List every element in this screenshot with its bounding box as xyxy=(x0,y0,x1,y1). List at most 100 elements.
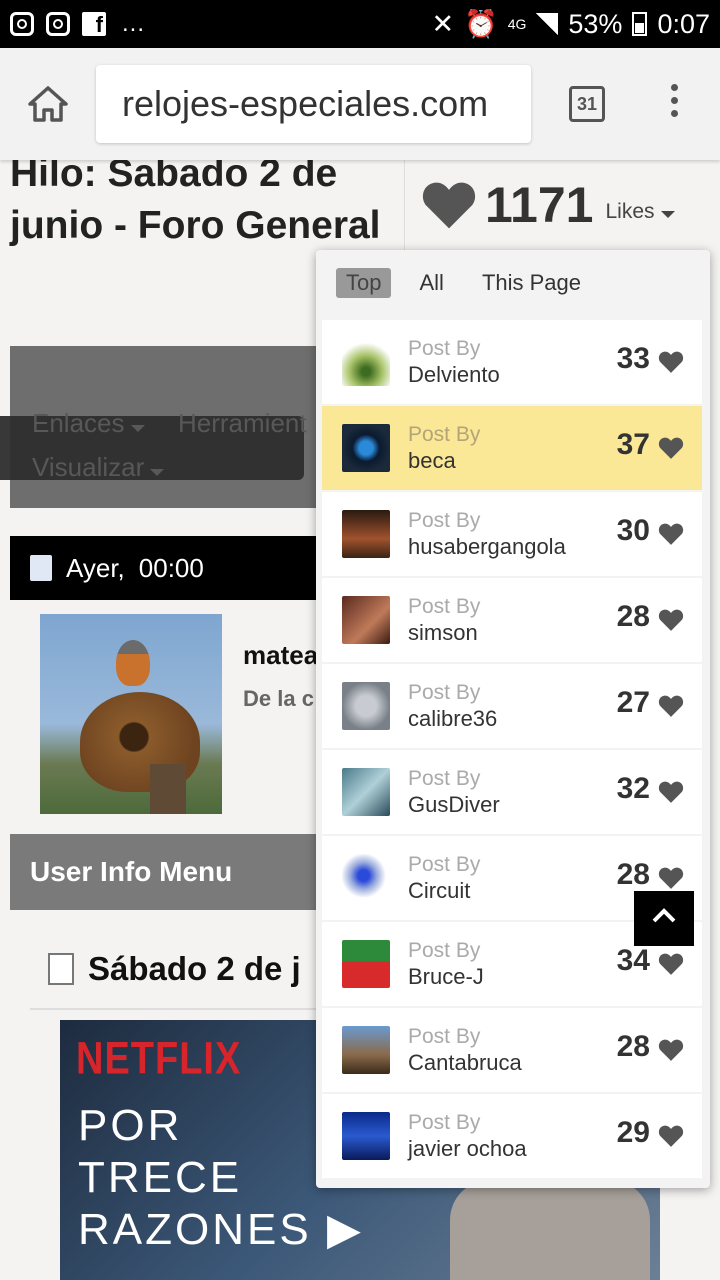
heart-icon xyxy=(658,351,684,373)
post-by-label: Post By xyxy=(408,681,481,704)
likes-list-item[interactable]: Post By calibre36 27 xyxy=(322,664,702,748)
menu-links[interactable]: Enlaces xyxy=(32,408,145,439)
home-icon[interactable] xyxy=(26,82,70,126)
poster-name[interactable]: husabergangola xyxy=(408,534,566,560)
menu-tools[interactable]: Herramient xyxy=(178,408,310,439)
poster-name[interactable]: simson xyxy=(408,620,480,646)
divider xyxy=(30,1008,330,1010)
like-count: 28 xyxy=(616,858,650,891)
avatar[interactable] xyxy=(40,614,222,814)
chevron-up-icon xyxy=(652,908,676,923)
poster-name[interactable]: Bruce-J xyxy=(408,964,484,990)
menu-view-label: Visualizar xyxy=(32,452,145,482)
likes-list-item[interactable]: Post By Delviento 33 xyxy=(322,320,702,404)
row-text: Post By Circuit xyxy=(408,852,480,904)
likes-tabs: Top All This Page xyxy=(336,268,591,298)
post-date: Ayer, xyxy=(66,552,125,583)
overflow-menu-icon[interactable] xyxy=(666,84,682,124)
signal-icon xyxy=(536,13,559,35)
like-count: 33 xyxy=(616,342,650,375)
row-text: Post By javier ochoa xyxy=(408,1110,527,1162)
poster-avatar[interactable] xyxy=(342,682,390,730)
tab-top[interactable]: Top xyxy=(336,268,392,298)
post-by-label: Post By xyxy=(408,767,481,790)
poster-avatar[interactable] xyxy=(342,1026,390,1074)
heart-icon xyxy=(658,695,684,717)
play-icon: ▶ xyxy=(326,1205,364,1254)
heart-icon xyxy=(658,953,684,975)
like-count: 37 xyxy=(616,428,650,461)
url-bar[interactable]: relojes-especiales.com xyxy=(96,65,531,143)
browser-toolbar: relojes-especiales.com 31 xyxy=(0,48,720,160)
poster-name[interactable]: Circuit xyxy=(408,878,480,904)
likes-list-item[interactable]: Post By simson 28 xyxy=(322,578,702,662)
bird-image xyxy=(116,640,150,686)
poster-name[interactable]: Cantabruca xyxy=(408,1050,522,1076)
like-count: 30 xyxy=(616,514,650,547)
likes-summary[interactable]: 1171 Likes xyxy=(404,160,720,250)
tab-switcher-button[interactable]: 31 xyxy=(569,86,605,122)
menu-links-label: Enlaces xyxy=(32,408,125,438)
poster-avatar[interactable] xyxy=(342,940,390,988)
heart-icon xyxy=(658,523,684,545)
poster-avatar[interactable] xyxy=(342,768,390,816)
like-count: 27 xyxy=(616,686,650,719)
instagram-icon xyxy=(10,12,34,36)
likes-list-item[interactable]: Post By GusDiver 32 xyxy=(322,750,702,834)
poster-name[interactable]: calibre36 xyxy=(408,706,497,732)
poster-name[interactable]: javier ochoa xyxy=(408,1136,527,1162)
tab-this-page[interactable]: This Page xyxy=(472,268,591,298)
page-title: Hilo: Sabado 2 de junio - Foro General xyxy=(10,152,381,247)
instagram-icon xyxy=(46,12,70,36)
chevron-down-icon xyxy=(130,425,145,432)
heart-icon xyxy=(658,781,684,803)
chevron-down-icon xyxy=(150,469,165,476)
likes-list: Post By Delviento 33 Post By beca 37 Post By hu… xyxy=(322,320,702,1180)
post-title-text: Sábado 2 de j xyxy=(88,950,301,987)
facebook-icon: f xyxy=(82,12,106,37)
likes-list-item[interactable]: Post By Cantabruca 28 xyxy=(322,1008,702,1092)
heart-icon xyxy=(658,437,684,459)
user-location: De la c xyxy=(243,686,314,711)
row-text: Post By simson xyxy=(408,594,480,646)
post-image xyxy=(150,764,186,814)
document-icon xyxy=(30,555,52,581)
poster-avatar[interactable] xyxy=(342,424,390,472)
like-count: 32 xyxy=(616,772,650,805)
poster-avatar[interactable] xyxy=(342,510,390,558)
post-by-label: Post By xyxy=(408,1025,481,1048)
tab-all[interactable]: All xyxy=(409,268,453,298)
scroll-to-top-button[interactable] xyxy=(634,891,694,946)
likes-list-item[interactable]: Post By husabergangola 30 xyxy=(322,492,702,576)
post-time: 00:00 xyxy=(138,552,204,583)
row-text: Post By Bruce-J xyxy=(408,938,484,990)
user-info-menu[interactable]: User Info Menu xyxy=(10,834,320,910)
post-by-label: Post By xyxy=(408,595,481,618)
likes-count: 1171 xyxy=(485,177,594,233)
poster-name[interactable]: GusDiver xyxy=(408,792,500,818)
row-text: Post By calibre36 xyxy=(408,680,497,732)
post-by-label: Post By xyxy=(408,939,481,962)
likes-list-item[interactable]: Post By beca 37 xyxy=(322,406,702,490)
menu-view[interactable]: Visualizar xyxy=(32,452,165,483)
heart-icon xyxy=(422,182,476,229)
poster-avatar[interactable] xyxy=(342,596,390,644)
username-link[interactable]: matea xyxy=(243,640,318,671)
status-bar: f ... ✕ ⏰ 4G 53% 0:07 xyxy=(0,0,720,48)
likes-list-item[interactable]: Post By javier ochoa 29 xyxy=(322,1094,702,1178)
poster-name[interactable]: beca xyxy=(408,448,480,474)
likes-label: Likes xyxy=(605,200,655,223)
likes-dropdown-toggle[interactable]: Likes xyxy=(605,200,675,224)
poster-avatar[interactable] xyxy=(342,854,390,902)
banner-face-image xyxy=(450,1180,650,1280)
poster-avatar[interactable] xyxy=(342,338,390,386)
post-by-label: Post By xyxy=(408,423,481,446)
poster-name[interactable]: Delviento xyxy=(408,362,500,388)
heart-icon xyxy=(658,1039,684,1061)
like-count: 28 xyxy=(616,600,650,633)
network-type: 4G xyxy=(507,16,527,32)
poster-avatar[interactable] xyxy=(342,1112,390,1160)
vibrate-off-icon: ✕ xyxy=(431,8,455,39)
row-text: Post By Cantabruca xyxy=(408,1024,522,1076)
heart-icon xyxy=(658,609,684,631)
